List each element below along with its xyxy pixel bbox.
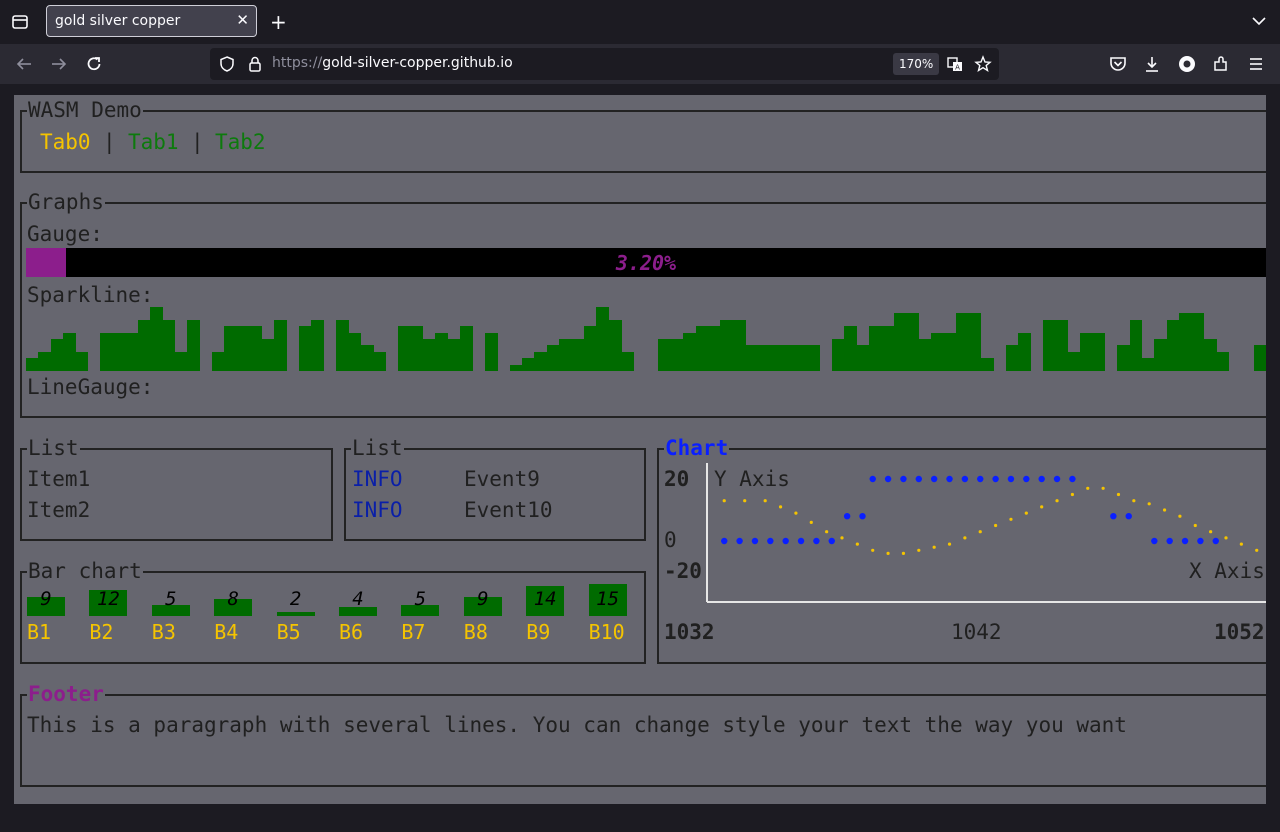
chart-point-blue: [915, 475, 922, 483]
chart-point-blue: [1007, 475, 1015, 483]
chart-point-yellow: [1040, 505, 1044, 509]
forward-icon[interactable]: [49, 54, 69, 74]
zoom-level-badge[interactable]: 170%: [893, 53, 940, 75]
url-bar[interactable]: https://gold-silver-copper.github.io 170…: [210, 48, 999, 80]
chart-point-yellow: [1162, 508, 1167, 512]
chart-point-yellow: [978, 530, 982, 534]
account-icon[interactable]: [1177, 54, 1197, 74]
reload-icon[interactable]: [84, 54, 104, 74]
chart-point-blue: [797, 537, 805, 545]
chart-point-blue: [961, 475, 969, 483]
chart-point-blue: [782, 537, 789, 545]
chart-point-yellow: [1147, 502, 1151, 506]
chart-point-yellow: [1239, 542, 1243, 546]
chart-point-yellow: [1024, 511, 1028, 515]
chart-point-blue: [884, 475, 892, 483]
close-tab-icon[interactable]: ✕: [236, 11, 249, 29]
chart-point-yellow: [855, 542, 859, 546]
chart-point-yellow: [932, 545, 936, 549]
chart-point-yellow: [809, 520, 813, 524]
chart-point-blue: [721, 537, 728, 545]
terminal-canvas: WASM Demo Tab0 | Tab1 | Tab2 Graphs Gaug…: [14, 95, 1266, 804]
chart-point-yellow: [840, 536, 844, 540]
svg-text:A: A: [955, 64, 960, 72]
chart-point-yellow: [778, 505, 783, 509]
chevron-down-icon[interactable]: [1250, 12, 1268, 30]
url-text[interactable]: https://gold-silver-copper.github.io: [272, 55, 513, 71]
chart-point-yellow: [901, 551, 906, 555]
chart-point-blue: [843, 513, 851, 520]
chart-point-yellow: [917, 548, 921, 552]
chart-point-yellow: [763, 499, 767, 503]
chart-point-yellow: [963, 536, 967, 540]
chart-point-blue: [813, 537, 820, 545]
chart-point-blue: [1181, 537, 1189, 545]
browser-nav-bar: https://gold-silver-copper.github.io 170…: [0, 44, 1280, 84]
url-protocol: https://: [272, 55, 323, 71]
chart-point-blue: [736, 537, 743, 545]
chart-point-blue: [869, 475, 876, 483]
chart-point-yellow: [1209, 530, 1213, 534]
chart-point-blue: [1038, 475, 1045, 483]
chart-point-blue: [1151, 537, 1158, 545]
chart-point-yellow: [1116, 492, 1121, 497]
chart-point-yellow: [871, 548, 875, 552]
footer-paragraph: This is a paragraph with several lines. …: [27, 713, 1127, 737]
tab-title: gold silver copper: [55, 13, 181, 29]
chart-point-blue: [1069, 475, 1076, 483]
new-tab-button[interactable]: +: [270, 10, 287, 34]
shield-icon[interactable]: [218, 55, 236, 73]
chart-point-yellow: [1009, 517, 1013, 521]
chart-point-yellow: [994, 523, 998, 528]
chart-point-blue: [1166, 537, 1173, 545]
chart-point-yellow: [886, 551, 890, 555]
chart-point-yellow: [1193, 523, 1197, 528]
chart-point-blue: [977, 475, 984, 483]
chart-point-blue: [946, 475, 953, 483]
chart-point-blue: [992, 475, 999, 483]
chart-point-blue: [1125, 513, 1132, 520]
chart-point-blue: [1197, 537, 1204, 545]
browser-tab[interactable]: gold silver copper ✕: [46, 5, 257, 37]
chart-point-yellow: [825, 530, 829, 534]
chart-point-blue: [859, 513, 866, 520]
chart-point-blue: [1212, 537, 1219, 545]
footer-block: Footer: [20, 684, 1266, 787]
chart-point-yellow: [794, 511, 798, 515]
chart-point-blue: [1110, 513, 1117, 520]
chart-point-blue: [828, 537, 835, 545]
chart-point-blue: [930, 475, 938, 483]
chart-point-yellow: [1224, 536, 1228, 540]
chart-point-yellow: [947, 542, 952, 546]
download-icon[interactable]: [1142, 54, 1162, 74]
browser-tab-bar: gold silver copper ✕ +: [0, 0, 1280, 44]
chart-point-blue: [900, 475, 907, 483]
chart-point-yellow: [1070, 492, 1074, 497]
chart-point-yellow: [743, 499, 747, 503]
chart-point-yellow: [1132, 499, 1136, 503]
back-icon[interactable]: [14, 54, 34, 74]
url-host: gold-silver-copper.github.io: [322, 55, 513, 71]
pocket-icon[interactable]: [1108, 54, 1128, 74]
chart-point-yellow: [1086, 486, 1090, 490]
tab-list-icon[interactable]: [10, 12, 30, 32]
footer-title: Footer: [27, 682, 105, 706]
lock-icon[interactable]: [246, 55, 264, 73]
menu-icon[interactable]: [1246, 54, 1266, 74]
bookmark-star-icon[interactable]: [974, 55, 992, 73]
chart-point-yellow: [1178, 514, 1182, 518]
translate-icon[interactable]: A: [946, 55, 964, 73]
chart-point-blue: [1023, 475, 1030, 483]
chart-point-blue: [767, 537, 774, 545]
chart-point-yellow: [1101, 486, 1105, 490]
chart-point-yellow: [1255, 548, 1259, 552]
chart-point-blue: [751, 537, 759, 545]
chart-point-yellow: [1055, 499, 1059, 503]
extensions-icon[interactable]: [1211, 54, 1231, 74]
chart-point-blue: [1053, 475, 1061, 483]
chart-point-yellow: [722, 499, 726, 503]
